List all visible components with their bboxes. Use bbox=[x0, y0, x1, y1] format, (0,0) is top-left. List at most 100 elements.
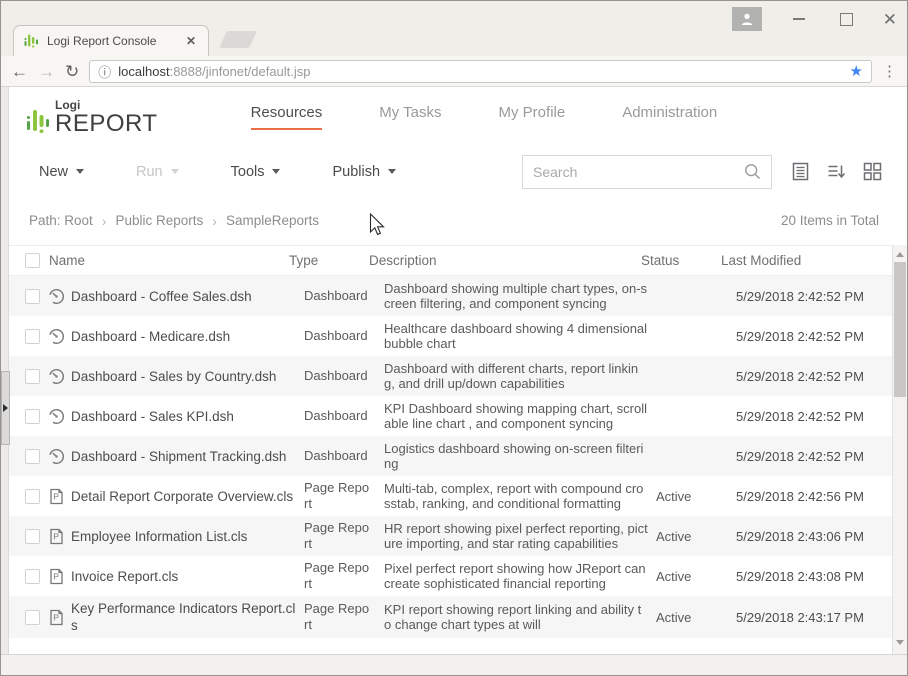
panel-expand-handle[interactable] bbox=[1, 371, 10, 445]
row-checkbox[interactable] bbox=[25, 529, 40, 544]
back-button[interactable]: ← bbox=[11, 63, 28, 80]
column-last-modified[interactable]: Last Modified bbox=[721, 253, 907, 268]
table-header: Name Type Description Status Last Modifi… bbox=[1, 245, 907, 276]
table-row[interactable]: P Invoice Report.cls Page Report Pixel p… bbox=[1, 556, 907, 596]
profile-icon bbox=[740, 12, 754, 26]
table-row[interactable]: Dashboard - Sales KPI.dsh Dashboard KPI … bbox=[1, 396, 907, 436]
breadcrumb-samplereports[interactable]: SampleReports bbox=[226, 213, 319, 228]
row-modified: 5/29/2018 2:42:52 PM bbox=[736, 449, 891, 464]
scrollbar-thumb[interactable] bbox=[894, 262, 906, 397]
dashboard-icon bbox=[48, 288, 65, 305]
row-name[interactable]: Employee Information List.cls bbox=[71, 528, 296, 545]
row-checkbox[interactable] bbox=[25, 289, 40, 304]
row-description: HR report showing pixel perfect reportin… bbox=[384, 521, 648, 551]
bookmark-star-icon[interactable]: ★ bbox=[850, 62, 863, 80]
publish-menu-button[interactable]: Publish bbox=[332, 164, 396, 180]
minimize-button[interactable] bbox=[793, 18, 805, 20]
new-menu-button[interactable]: New bbox=[39, 164, 84, 180]
sort-icon[interactable] bbox=[827, 162, 846, 181]
url-field[interactable]: ⓘ localhost:8888/jinfonet/default.jsp ★ bbox=[89, 60, 872, 83]
chevron-down-icon bbox=[272, 169, 280, 174]
nav-administration[interactable]: Administration bbox=[622, 104, 717, 130]
scroll-down-button[interactable] bbox=[893, 635, 907, 650]
row-checkbox[interactable] bbox=[25, 489, 40, 504]
nav-my-profile[interactable]: My Profile bbox=[499, 104, 566, 130]
search-icon[interactable] bbox=[744, 163, 761, 180]
column-status[interactable]: Status bbox=[641, 253, 713, 268]
row-name[interactable]: Key Performance Indicators Report.cls bbox=[71, 600, 296, 634]
main-nav: Resources My Tasks My Profile Administra… bbox=[251, 104, 718, 130]
row-type: Dashboard bbox=[304, 448, 370, 464]
tab-title: Logi Report Console bbox=[47, 34, 182, 48]
url-path: :8888/jinfonet/default.jsp bbox=[170, 64, 311, 79]
profile-button[interactable] bbox=[732, 7, 762, 31]
maximize-button[interactable] bbox=[840, 13, 853, 26]
select-all-checkbox[interactable] bbox=[25, 253, 40, 268]
row-modified: 5/29/2018 2:43:17 PM bbox=[736, 610, 891, 625]
breadcrumb-public-reports[interactable]: Public Reports bbox=[116, 213, 204, 228]
status-bar bbox=[1, 654, 907, 675]
row-modified: 5/29/2018 2:42:52 PM bbox=[736, 329, 891, 344]
table-row[interactable]: Dashboard - Medicare.dsh Dashboard Healt… bbox=[1, 316, 907, 356]
tools-menu-label: Tools bbox=[231, 164, 265, 180]
nav-my-tasks[interactable]: My Tasks bbox=[379, 104, 441, 130]
search-input[interactable] bbox=[533, 164, 744, 180]
column-name[interactable]: Name bbox=[49, 253, 289, 268]
table-row[interactable]: P Key Performance Indicators Report.cls … bbox=[1, 596, 907, 638]
svg-text:P: P bbox=[53, 571, 59, 581]
table-row[interactable]: Dashboard - Coffee Sales.dsh Dashboard D… bbox=[1, 276, 907, 316]
row-type: Dashboard bbox=[304, 408, 370, 424]
detail-view-icon[interactable] bbox=[791, 162, 810, 181]
row-name[interactable]: Dashboard - Sales by Country.dsh bbox=[71, 368, 296, 385]
scroll-up-button[interactable] bbox=[893, 247, 907, 262]
page-report-icon: P bbox=[48, 488, 65, 505]
table-row[interactable]: Dashboard - Sales by Country.dsh Dashboa… bbox=[1, 356, 907, 396]
row-name[interactable]: Dashboard - Medicare.dsh bbox=[71, 328, 296, 345]
row-type: Page Report bbox=[304, 601, 370, 633]
info-icon[interactable]: ⓘ bbox=[98, 62, 111, 81]
row-name[interactable]: Invoice Report.cls bbox=[71, 568, 296, 585]
row-type: Page Report bbox=[304, 520, 370, 552]
row-checkbox[interactable] bbox=[25, 329, 40, 344]
forward-button[interactable]: → bbox=[38, 63, 55, 80]
toolbar: New Run Tools Publish bbox=[1, 147, 907, 196]
row-description: KPI report showing report linking and ab… bbox=[384, 602, 648, 632]
close-button[interactable]: ✕ bbox=[883, 13, 897, 26]
app-header: Logi REPORT Resources My Tasks My Profil… bbox=[1, 87, 907, 147]
breadcrumb: Path: Root › Public Reports › SampleRepo… bbox=[1, 196, 907, 245]
table-row[interactable]: Dashboard - Shipment Tracking.dsh Dashbo… bbox=[1, 436, 907, 476]
grid-view-icon[interactable] bbox=[863, 162, 882, 181]
tools-menu-button[interactable]: Tools bbox=[231, 164, 281, 180]
browser-tab[interactable]: Logi Report Console ✕ bbox=[13, 25, 209, 56]
row-type: Dashboard bbox=[304, 288, 370, 304]
run-menu-button[interactable]: Run bbox=[136, 164, 179, 180]
chevron-right-icon: › bbox=[102, 213, 107, 229]
row-checkbox[interactable] bbox=[25, 369, 40, 384]
refresh-button[interactable]: ↻ bbox=[65, 63, 79, 80]
column-description[interactable]: Description bbox=[369, 253, 633, 268]
breadcrumb-root[interactable]: Root bbox=[64, 213, 93, 228]
column-type[interactable]: Type bbox=[289, 253, 355, 268]
logo-text-large: REPORT bbox=[55, 110, 158, 137]
row-checkbox[interactable] bbox=[25, 409, 40, 424]
chevron-down-icon bbox=[171, 169, 179, 174]
row-checkbox[interactable] bbox=[25, 610, 40, 625]
row-checkbox[interactable] bbox=[25, 569, 40, 584]
tab-close-icon[interactable]: ✕ bbox=[182, 32, 200, 50]
row-name[interactable]: Dashboard - Sales KPI.dsh bbox=[71, 408, 296, 425]
url-text[interactable]: localhost:8888/jinfonet/default.jsp bbox=[118, 64, 842, 79]
scroll-down-icon bbox=[896, 640, 904, 645]
new-tab-button[interactable] bbox=[219, 31, 257, 48]
nav-resources[interactable]: Resources bbox=[251, 104, 323, 130]
row-name[interactable]: Dashboard - Coffee Sales.dsh bbox=[71, 288, 296, 305]
row-modified: 5/29/2018 2:42:56 PM bbox=[736, 489, 891, 504]
row-name[interactable]: Dashboard - Shipment Tracking.dsh bbox=[71, 448, 296, 465]
row-name[interactable]: Detail Report Corporate Overview.cls bbox=[71, 488, 296, 505]
menu-kebab-icon[interactable]: ⋮ bbox=[882, 62, 897, 80]
row-modified: 5/29/2018 2:42:52 PM bbox=[736, 289, 891, 304]
table-scrollbar[interactable] bbox=[892, 245, 907, 654]
table-row[interactable]: P Detail Report Corporate Overview.cls P… bbox=[1, 476, 907, 516]
dashboard-icon bbox=[48, 448, 65, 465]
row-checkbox[interactable] bbox=[25, 449, 40, 464]
table-row[interactable]: P Employee Information List.cls Page Rep… bbox=[1, 516, 907, 556]
